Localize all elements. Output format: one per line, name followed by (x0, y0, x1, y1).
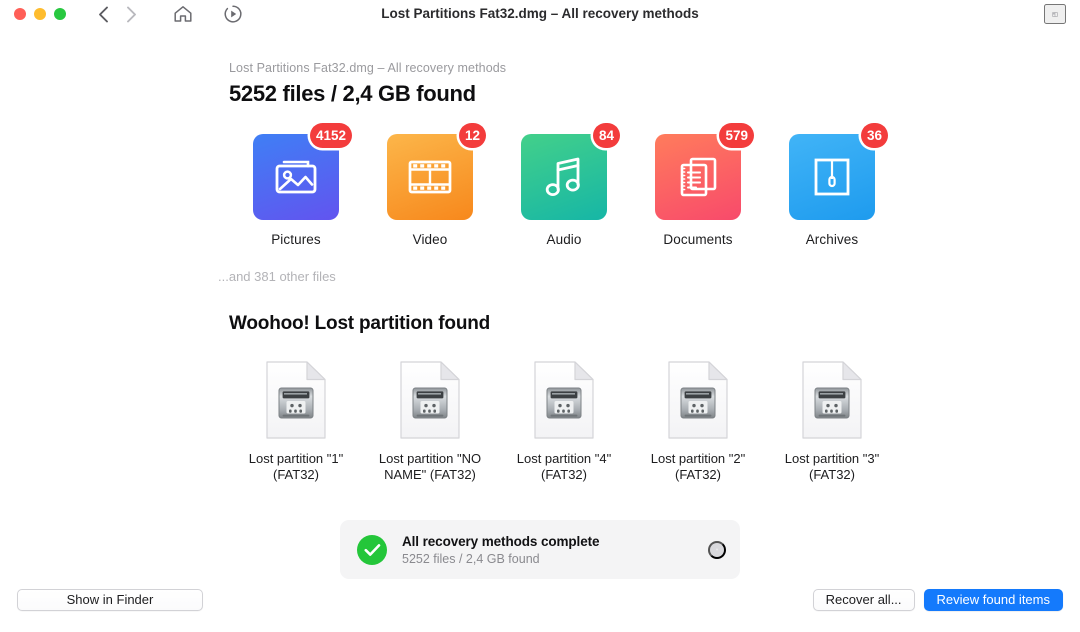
toast-title: All recovery methods complete (402, 533, 600, 549)
back-button[interactable] (90, 2, 116, 26)
audio-tile-label: Audio (546, 232, 582, 247)
recover-all-button[interactable]: Recover all... (812, 588, 915, 611)
picture-icon (275, 160, 317, 194)
partition-item-3[interactable]: Lost partition "4" (FAT32) (497, 360, 631, 483)
documents-tile-label: Documents (663, 232, 733, 247)
partition-item-1[interactable]: Lost partition "1" (FAT32) (229, 360, 363, 483)
zoom-window-button[interactable] (54, 8, 66, 20)
music-icon (545, 157, 580, 196)
partition-item-5[interactable]: Lost partition "3" (FAT32) (765, 360, 899, 483)
minimize-window-button[interactable] (34, 8, 46, 20)
documents-icon (680, 157, 717, 197)
window-titlebar: Lost Partitions Fat32.dmg – All recovery… (0, 0, 1080, 28)
film-icon (408, 160, 452, 194)
success-check-icon (357, 534, 387, 565)
chevron-right-icon (126, 6, 136, 22)
partition-label: Lost partition "1" (FAT32) (248, 451, 344, 482)
resume-scan-button[interactable] (220, 2, 246, 26)
disk-document-icon (802, 361, 862, 439)
home-button[interactable] (170, 2, 196, 26)
main-content: Lost Partitions Fat32.dmg – All recovery… (0, 28, 1080, 595)
archive-icon (814, 158, 850, 196)
archives-tile-surface (789, 134, 875, 220)
chevron-left-icon (98, 6, 108, 22)
partition-item-4[interactable]: Lost partition "2" (FAT32) (631, 360, 765, 483)
category-tile-pictures[interactable]: 4152 Pictures (229, 123, 363, 247)
close-window-button[interactable] (14, 8, 26, 20)
partition-label: Lost partition "4" (FAT32) (516, 451, 612, 482)
toast-subtitle: 5252 files / 2,4 GB found (402, 551, 540, 566)
page-title: 5252 files / 2,4 GB found (229, 81, 476, 106)
audio-tile-surface (521, 134, 607, 220)
partition-label: Lost partition "3" (FAT32) (784, 451, 880, 482)
show-in-finder-button[interactable]: Show in Finder (17, 588, 203, 611)
review-found-items-button[interactable]: Review found items (923, 588, 1063, 611)
toast-text: All recovery methods complete 5252 files… (402, 534, 708, 566)
checkmark-icon (364, 543, 380, 556)
disk-document-icon (534, 361, 594, 439)
home-icon (174, 6, 192, 22)
category-tile-archives[interactable]: 36 Archives (765, 123, 899, 247)
section-title-lost-partitions: Woohoo! Lost partition found (229, 313, 491, 334)
category-tile-audio[interactable]: 84 Audio (497, 123, 631, 247)
window-title: Lost Partitions Fat32.dmg – All recovery… (381, 6, 699, 21)
pictures-tile-label: Pictures (271, 232, 321, 247)
documents-count-badge: 579 (719, 123, 754, 148)
partition-label: Lost partition "NO NAME" (FAT32) (378, 451, 482, 482)
footer-toolbar: Show in Finder Recover all... Review fou… (0, 567, 1080, 632)
category-tile-documents[interactable]: 579 Documents (631, 123, 765, 247)
archives-tile-label: Archives (805, 232, 859, 247)
traffic-lights (14, 8, 66, 20)
pictures-count-badge: 4152 (309, 123, 352, 148)
toast-close-button[interactable] (708, 540, 726, 559)
category-tiles: 4152 Pictures 12 Video 84 Audio 579 Docu… (229, 123, 1080, 247)
other-files-note: ...and 381 other files (218, 269, 336, 284)
sidebar-toggle-icon (1052, 11, 1058, 17)
video-tile-label: Video (412, 232, 448, 247)
resume-scan-icon (224, 5, 242, 23)
close-icon (716, 548, 718, 551)
breadcrumb: Lost Partitions Fat32.dmg – All recovery… (229, 61, 507, 75)
lost-partitions-list: Lost partition "1" (FAT32) Lost partitio… (229, 360, 1080, 483)
audio-count-badge: 84 (592, 123, 620, 148)
disk-document-icon (668, 361, 728, 439)
disk-document-icon (266, 361, 326, 439)
category-tile-video[interactable]: 12 Video (363, 123, 497, 247)
video-tile-surface (387, 134, 473, 220)
video-count-badge: 12 (458, 123, 486, 148)
disk-document-icon (400, 361, 460, 439)
navigation-buttons (90, 2, 144, 26)
sidebar-toggle-button[interactable] (1044, 4, 1066, 24)
partition-label: Lost partition "2" (FAT32) (650, 451, 746, 482)
partition-item-2[interactable]: Lost partition "NO NAME" (FAT32) (363, 360, 497, 483)
archives-count-badge: 36 (860, 123, 888, 148)
forward-button[interactable] (118, 2, 144, 26)
